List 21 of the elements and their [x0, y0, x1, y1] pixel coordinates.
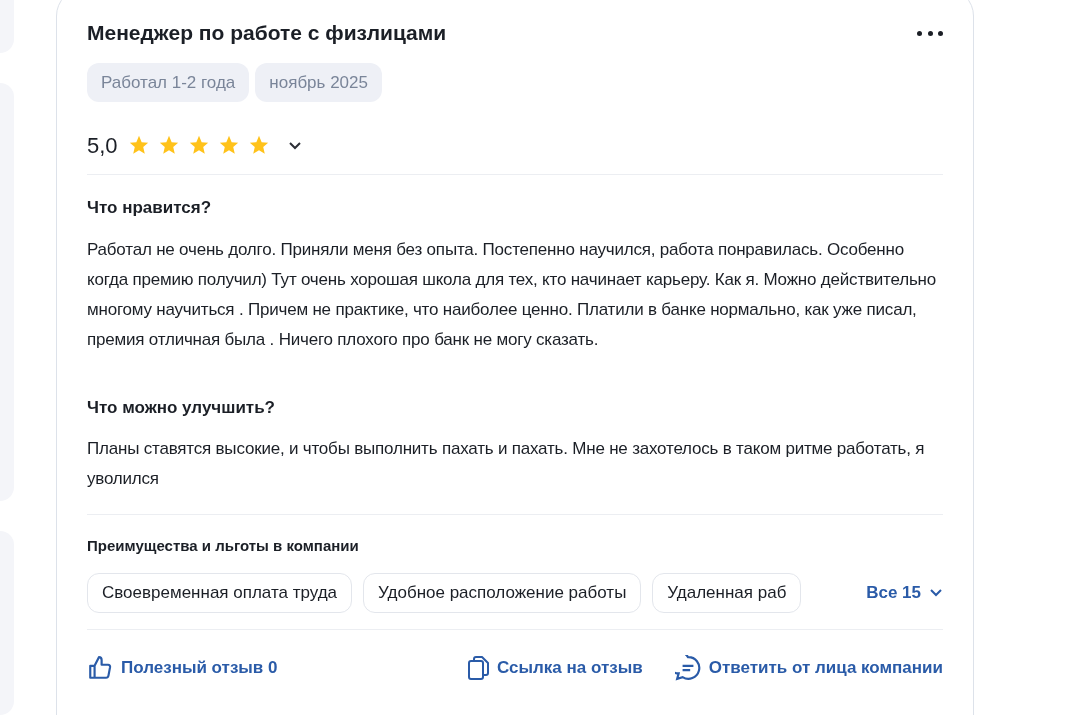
review-title: Менеджер по работе с физлицами: [87, 20, 447, 46]
copy-icon: [467, 655, 490, 680]
reply-button[interactable]: Ответить от лица компании: [674, 654, 943, 681]
copy-link-button[interactable]: Ссылка на отзыв: [467, 654, 643, 681]
review-text: Планы ставятся высокие, и чтобы выполнить пахать и пахать. Мне не захотелось в таком ритме работать, я уволился: [87, 438, 926, 490]
review-text: Работал не очень долго. Приняли меня без опыта. Постепенно научился, работа понравилась. Особенно когда премию получил) Тут очень хорошая школа для тех, кто начинает карьеру. Как я. Можно действительно многому научиться . Причем не практике, что наиболее ценно. Платили в банке нормально, как уже писал, премия отличная была . Ничего плохого про банк не могу сказать.: [87, 238, 937, 351]
helpful-button[interactable]: Полезный отзыв 0: [87, 654, 278, 681]
section-heading: Что нравится?: [87, 197, 213, 219]
rating-value: 5,0: [87, 131, 118, 160]
benefit-tag: Удобное расположение работы: [363, 572, 642, 613]
benefits-heading: Преимущества и льготы в компании: [87, 536, 360, 556]
show-all-button[interactable]: Все 15: [866, 579, 943, 606]
benefit-tag: Удаленная раб: [652, 572, 802, 613]
section-heading: Что можно улучшить?: [87, 396, 276, 419]
chat-bubble-icon: [674, 654, 701, 681]
tag: ноябрь 2025: [255, 63, 382, 102]
tag: Работал 1-2 года: [87, 63, 250, 102]
chevron-down-icon: [929, 588, 943, 597]
chevron-down-icon[interactable]: [287, 140, 302, 150]
thumbs-up-icon: [87, 654, 113, 681]
benefit-tag: Своевременная оплата труда: [87, 572, 353, 613]
